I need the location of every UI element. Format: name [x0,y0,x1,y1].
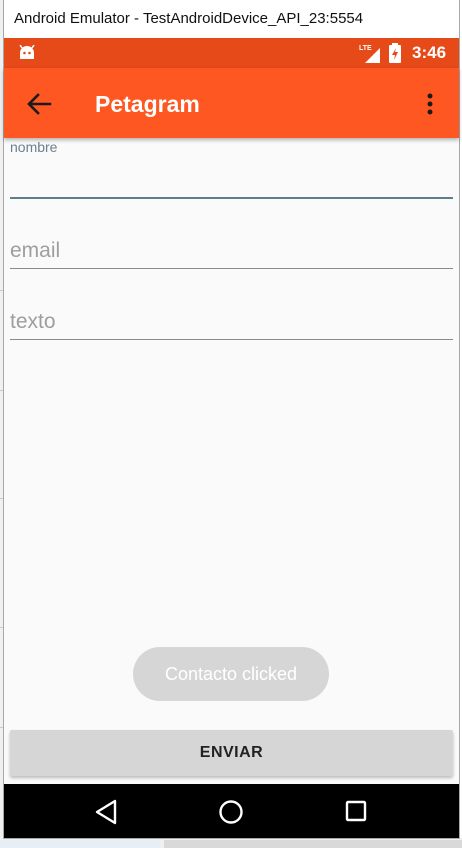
navigation-bar [4,784,459,838]
app-bar: Petagram [4,68,459,138]
email-underline [10,268,453,269]
status-bar: LTE 3:46 [4,38,459,68]
nombre-field: nombre [10,138,453,200]
nombre-input[interactable] [10,160,453,194]
desktop-background-bottom [0,838,462,848]
nav-recents-icon[interactable] [345,800,367,822]
nombre-label: nombre [10,139,58,155]
app-title: Petagram [95,91,200,117]
android-notification-icon [19,45,35,59]
svg-text:LTE: LTE [359,45,372,52]
texto-field [10,301,453,341]
more-vert-icon[interactable] [417,89,443,119]
emulator-window: Android Emulator - TestAndroidDevice_API… [4,0,459,838]
status-time: 3:46 [412,43,447,62]
texto-underline [10,339,453,340]
window-title: Android Emulator - TestAndroidDevice_API… [14,10,364,27]
battery-charging-icon [389,43,401,63]
window-title-bar[interactable]: Android Emulator - TestAndroidDevice_API… [4,0,459,38]
nav-back-icon[interactable] [94,799,118,825]
nombre-underline [10,197,453,199]
arrow-left-icon[interactable] [24,89,54,119]
nav-home-icon[interactable] [218,799,244,825]
email-field [10,230,453,270]
send-button[interactable]: ENVIAR [10,730,453,776]
toast-message: Contacto clicked [133,647,329,701]
lte-signal-icon: LTE [359,45,380,63]
email-input[interactable] [10,234,453,268]
texto-input[interactable] [10,305,453,339]
